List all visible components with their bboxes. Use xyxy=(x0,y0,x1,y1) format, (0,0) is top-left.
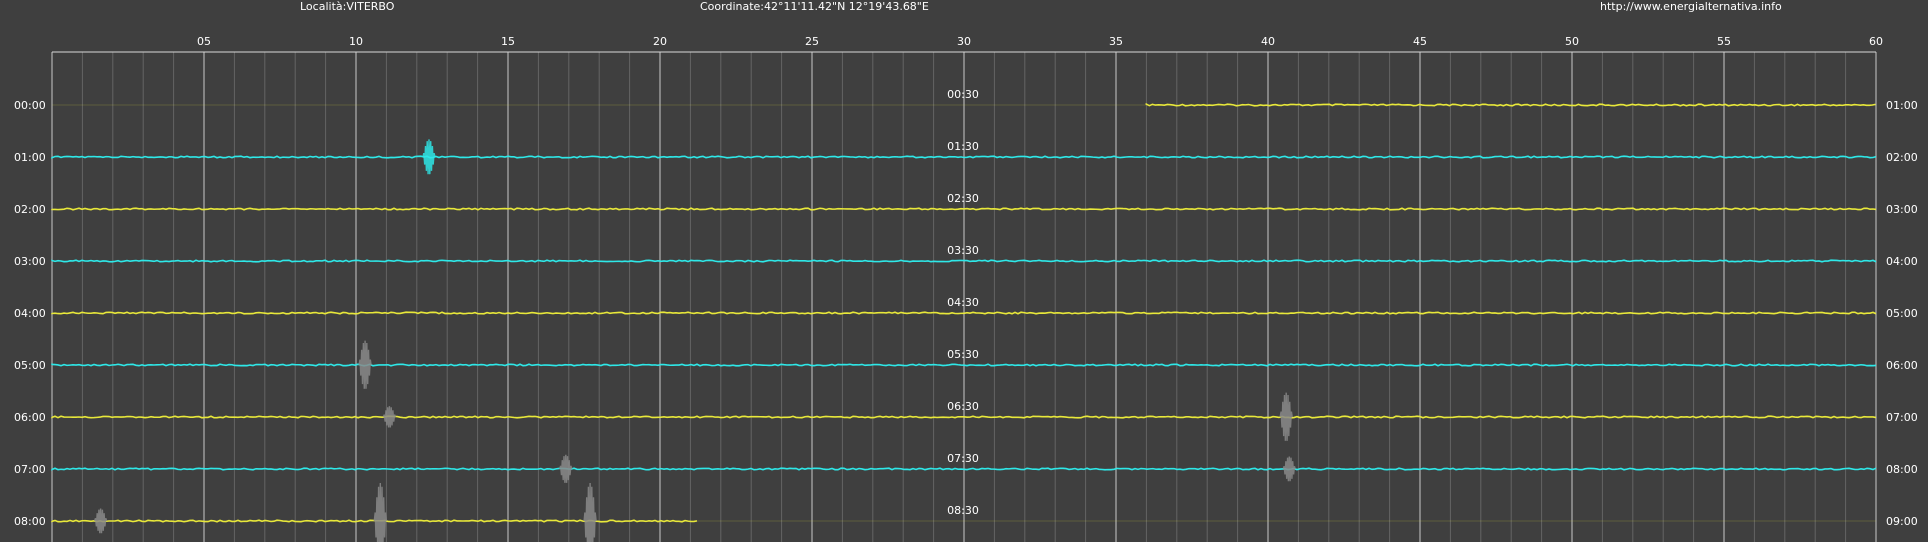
row-right-label: 03:00 xyxy=(1886,203,1918,216)
x-tick-label: 15 xyxy=(501,35,515,48)
row-left-label: 07:00 xyxy=(14,463,46,476)
x-tick-label: 55 xyxy=(1717,35,1731,48)
row-left-label: 01:00 xyxy=(14,151,46,164)
row-left-label: 00:00 xyxy=(14,99,46,112)
row-mid-label: 03:30 xyxy=(947,244,979,257)
row-left-label: 04:00 xyxy=(14,307,46,320)
x-tick-label: 40 xyxy=(1261,35,1275,48)
row-mid-label: 01:30 xyxy=(947,140,979,153)
location-label: Località:VITERBO xyxy=(300,0,395,13)
row-left-label: 02:00 xyxy=(14,203,46,216)
row-mid-label: 07:30 xyxy=(947,452,979,465)
coordinates-label: Coordinate:42°11'11.42"N 12°19'43.68"E xyxy=(700,0,929,13)
row-left-label: 06:00 xyxy=(14,411,46,424)
row-left-label: 03:00 xyxy=(14,255,46,268)
x-tick-label: 30 xyxy=(957,35,971,48)
x-tick-label: 45 xyxy=(1413,35,1427,48)
x-tick-label: 35 xyxy=(1109,35,1123,48)
row-mid-label: 05:30 xyxy=(947,348,979,361)
row-right-label: 04:00 xyxy=(1886,255,1918,268)
row-right-label: 08:00 xyxy=(1886,463,1918,476)
row-right-label: 07:00 xyxy=(1886,411,1918,424)
x-tick-label: 50 xyxy=(1565,35,1579,48)
row-mid-label: 02:30 xyxy=(947,192,979,205)
row-right-label: 06:00 xyxy=(1886,359,1918,372)
row-left-label: 08:00 xyxy=(14,515,46,528)
x-tick-label: 60 xyxy=(1869,35,1883,48)
row-right-label: 09:00 xyxy=(1886,515,1918,528)
x-tick-label: 10 xyxy=(349,35,363,48)
x-tick-label: 20 xyxy=(653,35,667,48)
row-mid-label: 08:30 xyxy=(947,504,979,517)
row-mid-label: 04:30 xyxy=(947,296,979,309)
row-mid-label: 00:30 xyxy=(947,88,979,101)
row-right-label: 02:00 xyxy=(1886,151,1918,164)
row-left-label: 05:00 xyxy=(14,359,46,372)
row-right-label: 05:00 xyxy=(1886,307,1918,320)
row-right-label: 01:00 xyxy=(1886,99,1918,112)
x-tick-label: 05 xyxy=(197,35,211,48)
x-tick-label: 25 xyxy=(805,35,819,48)
source-url-label: http://www.energialternativa.info xyxy=(1600,0,1782,13)
seismogram-chart: Località:VITERBO Coordinate:42°11'11.42"… xyxy=(0,0,1928,542)
row-mid-label: 06:30 xyxy=(947,400,979,413)
